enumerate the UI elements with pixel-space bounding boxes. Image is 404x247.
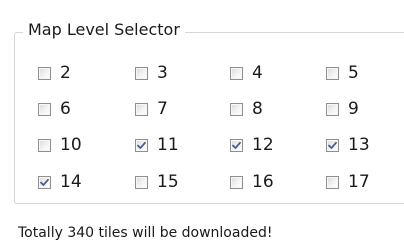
level-label: 10 [60, 135, 82, 155]
level-label: 3 [157, 63, 168, 83]
level-label: 14 [60, 172, 82, 192]
level-label: 8 [252, 99, 263, 119]
level-label: 2 [60, 63, 71, 83]
checkbox-box[interactable] [230, 102, 243, 116]
level-checkbox-9[interactable]: 9 [326, 98, 359, 120]
download-status-text: Totally 340 tiles will be downloaded! [18, 225, 273, 241]
checkbox-box[interactable] [38, 138, 51, 152]
checkmark-icon [232, 141, 241, 149]
level-label: 11 [157, 135, 179, 155]
checkmark-icon [328, 141, 337, 149]
level-label: 15 [157, 172, 179, 192]
checkmark-icon [137, 141, 146, 149]
level-checkbox-13[interactable]: 13 [326, 134, 370, 156]
level-checkbox-6[interactable]: 6 [38, 98, 71, 120]
level-checkbox-16[interactable]: 16 [230, 171, 274, 193]
level-checkbox-12[interactable]: 12 [230, 134, 274, 156]
checkbox-box[interactable] [135, 138, 148, 152]
checkbox-box[interactable] [326, 175, 339, 189]
level-checkbox-3[interactable]: 3 [135, 62, 168, 84]
level-label: 9 [348, 99, 359, 119]
checkbox-box[interactable] [230, 175, 243, 189]
checkbox-box[interactable] [230, 66, 243, 80]
level-checkbox-15[interactable]: 15 [135, 171, 179, 193]
level-label: 16 [252, 172, 274, 192]
groupbox-title: Map Level Selector [23, 19, 185, 41]
level-checkbox-14[interactable]: 14 [38, 171, 82, 193]
level-label: 4 [252, 63, 263, 83]
checkbox-box[interactable] [326, 66, 339, 80]
level-label: 17 [348, 172, 370, 192]
level-checkbox-2[interactable]: 2 [38, 62, 71, 84]
level-checkbox-4[interactable]: 4 [230, 62, 263, 84]
level-checkbox-11[interactable]: 11 [135, 134, 179, 156]
level-checkbox-7[interactable]: 7 [135, 98, 168, 120]
level-checkbox-10[interactable]: 10 [38, 134, 82, 156]
checkbox-box[interactable] [38, 175, 51, 189]
checkbox-box[interactable] [326, 138, 339, 152]
level-checkbox-17[interactable]: 17 [326, 171, 370, 193]
level-checkbox-5[interactable]: 5 [326, 62, 359, 84]
checkbox-box[interactable] [38, 66, 51, 80]
level-checkbox-8[interactable]: 8 [230, 98, 263, 120]
level-label: 5 [348, 63, 359, 83]
checkbox-box[interactable] [135, 66, 148, 80]
level-label: 13 [348, 135, 370, 155]
checkmark-icon [40, 178, 49, 186]
level-label: 12 [252, 135, 274, 155]
level-label: 6 [60, 99, 71, 119]
level-label: 7 [157, 99, 168, 119]
checkbox-box[interactable] [135, 102, 148, 116]
checkbox-box[interactable] [135, 175, 148, 189]
checkbox-box[interactable] [326, 102, 339, 116]
checkbox-box[interactable] [230, 138, 243, 152]
checkbox-box[interactable] [38, 102, 51, 116]
